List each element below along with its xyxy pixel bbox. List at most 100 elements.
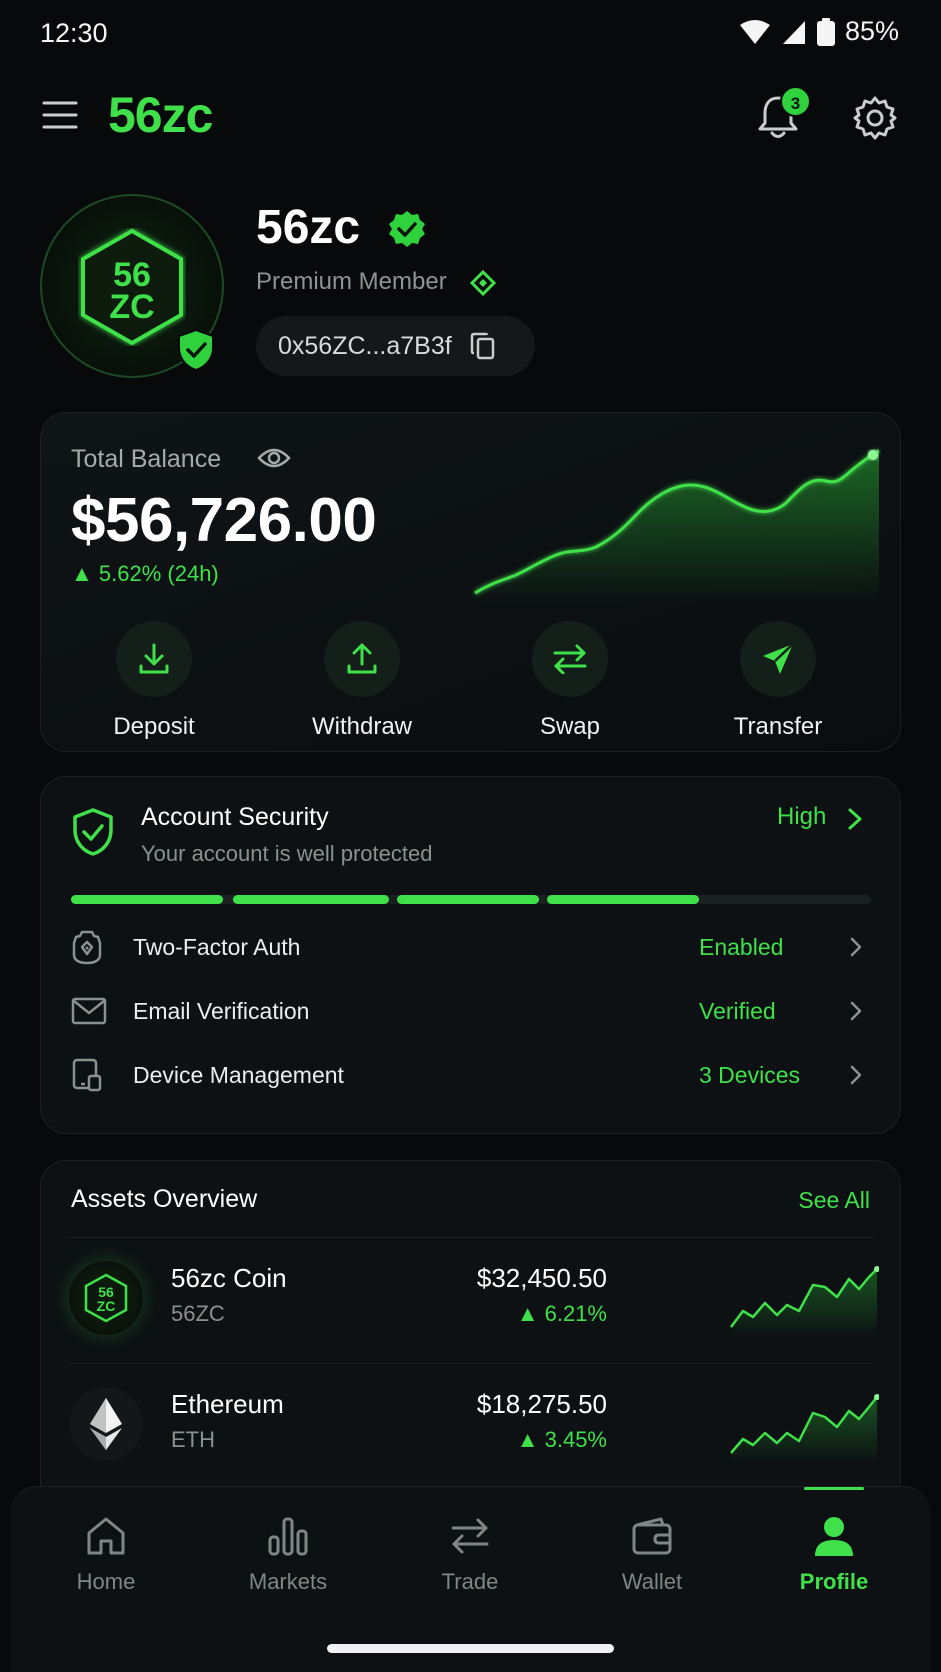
trend-up-icon: ▲ (71, 561, 93, 586)
assets-title: Assets Overview (71, 1185, 258, 1213)
status-icons: 85% (739, 16, 899, 47)
asset-row-ethereum[interactable]: Ethereum ETH $18,275.50 ▲ 3.45% (69, 1371, 879, 1479)
swap-icon (449, 1515, 491, 1557)
chevron-right-icon (849, 936, 871, 958)
security-item-value: Enabled (699, 933, 784, 960)
settings-gear-icon[interactable] (852, 95, 898, 141)
deposit-button[interactable]: Deposit (51, 621, 257, 741)
battery-icon (816, 17, 835, 46)
security-title: Account Security (141, 803, 329, 831)
nav-markets[interactable]: Markets (197, 1515, 379, 1595)
profile-name: 56zc (256, 201, 361, 254)
shield-check-icon (176, 328, 216, 372)
wifi-icon (739, 19, 771, 45)
chevron-right-icon (849, 1064, 871, 1086)
user-icon (813, 1515, 855, 1557)
asset-price: $18,275.50 (476, 1389, 607, 1419)
quick-actions: Deposit Withdraw Swap Transfer (41, 621, 902, 741)
security-item-value: Verified (699, 997, 776, 1024)
security-level-segment (547, 895, 699, 904)
nav-label: Wallet (621, 1569, 683, 1594)
chevron-right-icon[interactable] (847, 807, 863, 831)
verified-badge-icon (388, 210, 426, 248)
balance-card: Total Balance $56,726.00 ▲ 5.62% (24h) D… (40, 412, 901, 752)
eye-icon[interactable] (257, 445, 291, 471)
notification-badge: 3 (780, 86, 811, 117)
asset-change: ▲ 6.21% (517, 1301, 607, 1327)
security-item-two-factor[interactable]: Two-Factor Auth Enabled (71, 919, 871, 975)
asset-change-value: 6.21% (544, 1301, 607, 1326)
trend-up-icon: ▲ (516, 1301, 545, 1326)
chevron-right-icon (849, 1000, 871, 1022)
security-level-segment (397, 895, 539, 904)
nav-label: Trade (441, 1569, 499, 1594)
deposit-label: Deposit (113, 713, 195, 740)
security-level[interactable]: High (777, 803, 826, 831)
swap-button[interactable]: Swap (467, 621, 673, 741)
download-icon (137, 642, 171, 676)
security-card: Account Security Your account is well pr… (40, 776, 901, 1134)
divider (69, 1363, 873, 1364)
wallet-address: 0x56ZC...a7B3f (278, 331, 452, 360)
withdraw-label: Withdraw (311, 713, 413, 740)
nav-home[interactable]: Home (15, 1515, 197, 1595)
nav-label: Profile (799, 1569, 869, 1594)
bar-chart-icon (267, 1515, 309, 1557)
nav-wallet[interactable]: Wallet (561, 1515, 743, 1595)
brand-logo[interactable]: 56zc (108, 86, 213, 144)
home-icon (85, 1515, 127, 1557)
transfer-button[interactable]: Transfer (675, 621, 881, 741)
devices-icon (71, 1058, 133, 1092)
security-item-devices[interactable]: Device Management 3 Devices (71, 1047, 871, 1103)
security-item-label: Device Management (133, 1061, 344, 1088)
asset-change: ▲ 3.45% (517, 1427, 607, 1453)
asset-ticker: ETH (171, 1427, 215, 1452)
avatar-text-bottom: ZC (109, 288, 154, 326)
transfer-label: Transfer (733, 713, 823, 740)
mail-icon (71, 997, 133, 1025)
security-item-label: Email Verification (133, 997, 310, 1024)
withdraw-button[interactable]: Withdraw (259, 621, 465, 741)
balance-change: ▲ 5.62% (24h) (71, 561, 219, 587)
divider (69, 1237, 873, 1238)
security-level-segment (71, 895, 223, 904)
balance-change-value: 5.62% (24h) (98, 561, 219, 586)
nav-label: Home (76, 1569, 136, 1594)
asset-row-56zc[interactable]: 56 ZC 56zc Coin 56ZC $32,450.50 ▲ 6.21% (69, 1245, 879, 1353)
balance-amount: $56,726.00 (71, 486, 377, 555)
wallet-icon (631, 1515, 673, 1557)
authenticator-icon (71, 929, 133, 965)
asset-change-value: 3.45% (544, 1427, 607, 1452)
copy-icon[interactable] (470, 332, 496, 360)
security-level-segment (233, 895, 389, 904)
nav-profile[interactable]: Profile (743, 1515, 925, 1595)
wallet-address-pill[interactable]: 0x56ZC...a7B3f (256, 316, 535, 376)
nav-trade[interactable]: Trade (379, 1515, 561, 1595)
send-icon (761, 642, 795, 676)
shield-check-icon (71, 807, 115, 857)
56zc-coin-icon: 56 ZC (69, 1261, 143, 1335)
avatar-hexagon-logo: 56 ZC (78, 228, 186, 346)
swap-label: Swap (539, 713, 601, 740)
asset-sparkline (729, 1257, 879, 1337)
asset-price: $32,450.50 (476, 1263, 607, 1293)
signal-icon (781, 19, 807, 45)
trend-up-icon: ▲ (516, 1427, 545, 1452)
nav-label: Markets (248, 1569, 328, 1594)
swap-icon (552, 644, 588, 674)
ethereum-icon (69, 1387, 143, 1461)
home-indicator[interactable] (327, 1644, 614, 1653)
menu-icon[interactable] (42, 100, 78, 130)
upload-icon (345, 642, 379, 676)
status-time: 12:30 (40, 18, 108, 48)
security-item-label: Two-Factor Auth (133, 933, 301, 960)
balance-label: Total Balance (71, 445, 222, 473)
security-item-value: 3 Devices (699, 1061, 800, 1088)
security-subtitle: Your account is well protected (141, 841, 433, 866)
active-tab-indicator (804, 1487, 864, 1490)
see-all-link[interactable]: See All (798, 1187, 870, 1214)
asset-name: Ethereum (171, 1389, 284, 1419)
battery-percent: 85% (844, 16, 899, 46)
security-item-email[interactable]: Email Verification Verified (71, 983, 871, 1039)
membership-label: Premium Member (256, 268, 447, 295)
